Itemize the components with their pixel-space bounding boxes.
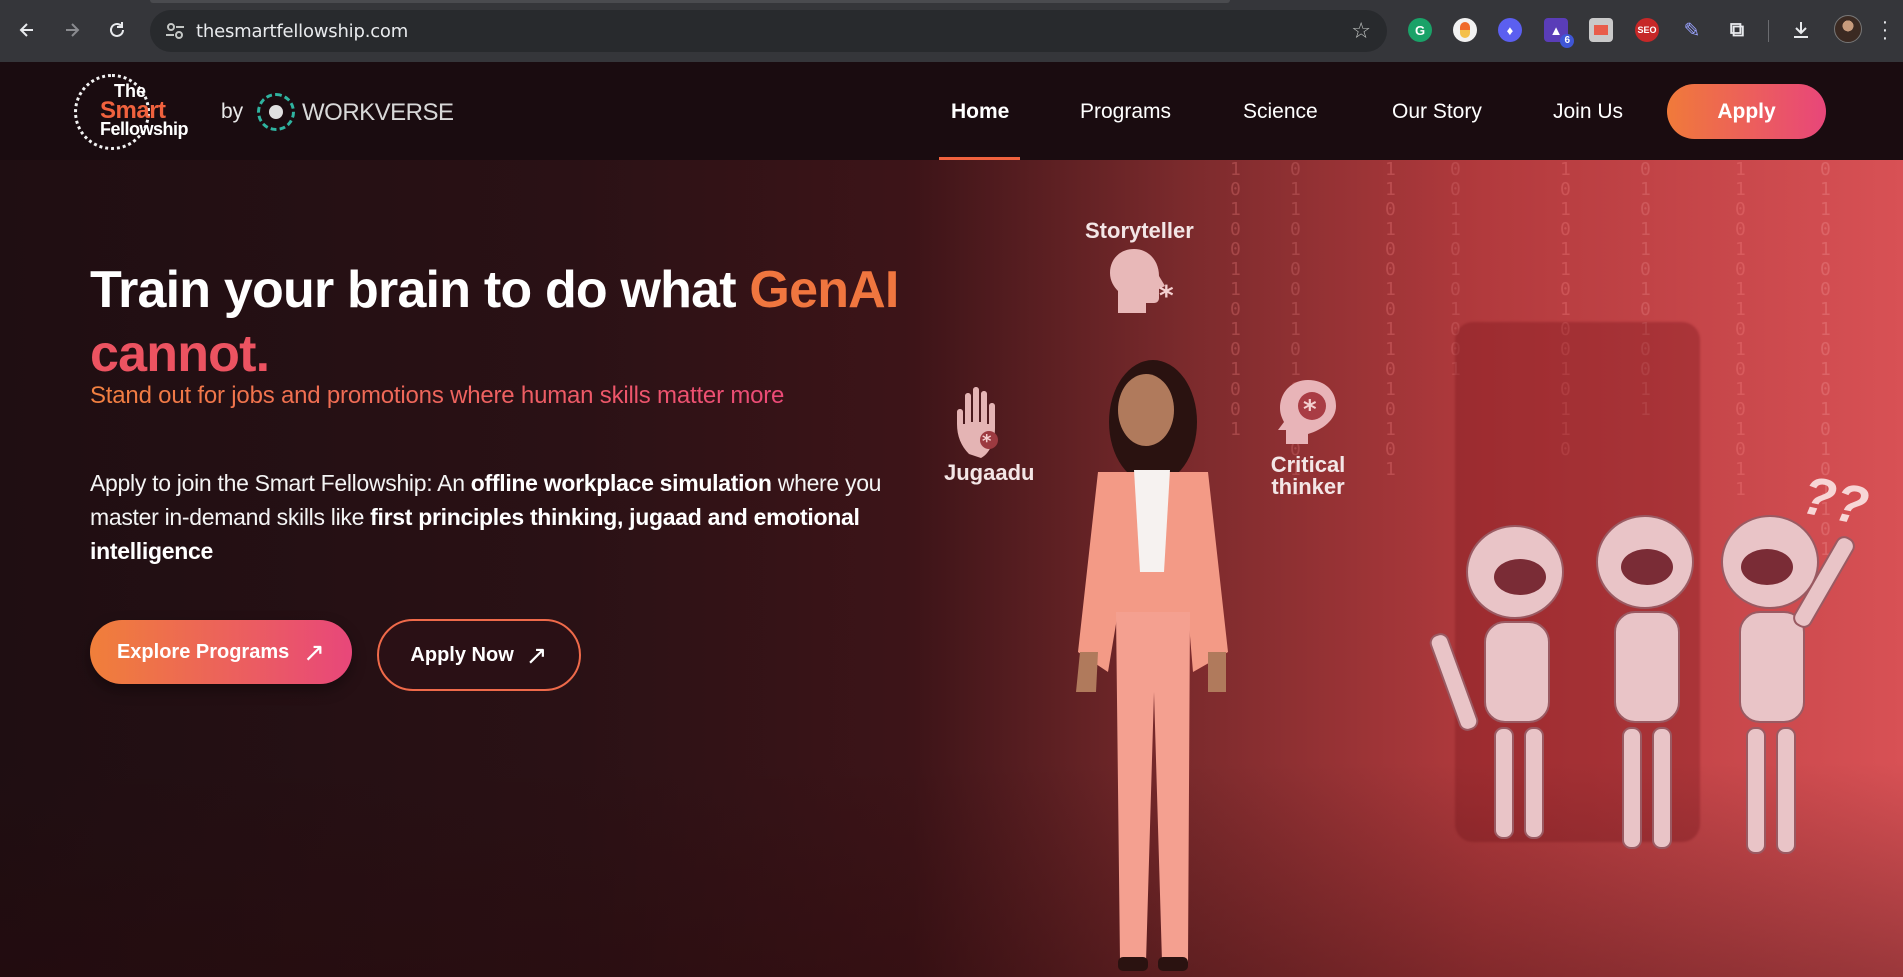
toolbar-divider: [1768, 20, 1769, 42]
desc-bold-1: offline workplace simulation: [470, 470, 772, 496]
active-nav-indicator: [939, 157, 1020, 160]
apply-button[interactable]: Apply: [1667, 84, 1826, 139]
smart-fellowship-logo[interactable]: The Smart Fellowship: [74, 74, 204, 150]
extensions-puzzle-icon[interactable]: ⧉: [1725, 18, 1749, 42]
binary-rain: 1 1 0 0 1 0 1 1 0 1 0 1 0 1 0 1 1: [1735, 159, 1746, 500]
question-marks: ??: [1796, 464, 1874, 538]
skill-critical-line1: Critical: [1270, 452, 1346, 477]
apply-now-label: Apply Now: [410, 643, 514, 666]
hand-icon: *: [957, 387, 999, 458]
arrow-up-right-icon: ↗: [303, 637, 326, 667]
flame-extension-icon[interactable]: ♦: [1498, 18, 1522, 42]
woman-illustration: [1076, 360, 1228, 971]
skill-storyteller-label: Storyteller: [1085, 218, 1194, 243]
download-icon[interactable]: [1789, 18, 1813, 42]
back-icon[interactable]: [12, 15, 42, 45]
head-gear-icon: *: [1278, 380, 1336, 444]
explore-programs-button[interactable]: Explore Programs ↗: [90, 620, 352, 684]
skill-jugaadu: * Jugaadu: [944, 382, 1034, 485]
svg-text:*: *: [1159, 279, 1174, 312]
headline-part-1: Train your brain to do what: [90, 261, 750, 319]
headline-cannot: cannot.: [90, 325, 270, 383]
binary-rain: 1 1 0 1 0 0 1 0 1 1 0 1 0 1 0 1: [1385, 159, 1396, 480]
logo-fellowship: Fellowship: [100, 119, 189, 139]
svg-text:*: *: [1303, 395, 1317, 425]
head-profile-icon: *: [1110, 249, 1174, 313]
skill-storyteller: Storyteller *: [1085, 220, 1194, 323]
hero-headline: Train your brain to do what GenAI cannot…: [90, 258, 910, 386]
hero-description: Apply to join the Smart Fellowship: An o…: [90, 466, 920, 568]
nav-science[interactable]: Science: [1243, 100, 1318, 124]
logo-wordmark: The Smart Fellowship: [100, 82, 189, 139]
window-extension-icon[interactable]: [1589, 18, 1613, 42]
svg-text:*: *: [982, 431, 992, 452]
website: 1 0 1 0 0 1 1 0 1 0 1 0 0 1 0 1 1 0 1 0 …: [0, 62, 1903, 977]
workverse-logo-icon: [257, 93, 295, 131]
graduation-cap-icon[interactable]: ▲ 6: [1544, 18, 1574, 48]
skill-critical-line2: thinker: [1271, 474, 1345, 499]
desc-text-1: Apply to join the Smart Fellowship: An: [90, 470, 471, 496]
robots-illustration: [1429, 515, 1855, 854]
url-text[interactable]: thesmartfellowship.com: [196, 21, 408, 42]
tab-strip-edge: [150, 0, 1230, 3]
address-bar[interactable]: thesmartfellowship.com ☆: [150, 10, 1387, 52]
nav-join-us[interactable]: Join Us: [1553, 100, 1623, 124]
hero-subhead: Stand out for jobs and promotions where …: [90, 382, 785, 409]
browser-chrome: thesmartfellowship.com ☆ G ♦ ▲ 6 SEO ✎ ⧉ …: [0, 0, 1903, 62]
reload-icon[interactable]: [102, 15, 132, 45]
nav-programs[interactable]: Programs: [1080, 100, 1171, 124]
arrow-up-right-icon: ↗: [525, 640, 548, 670]
skill-critical-thinker: * Critical thinker: [1268, 374, 1348, 498]
seo-extension-icon[interactable]: SEO: [1635, 18, 1659, 42]
nav-our-story[interactable]: Our Story: [1392, 100, 1482, 124]
forward-icon[interactable]: [57, 15, 87, 45]
site-settings-icon[interactable]: [164, 20, 186, 42]
explore-programs-label: Explore Programs: [116, 640, 290, 663]
bookmark-star-icon[interactable]: ☆: [1351, 18, 1371, 44]
workverse-logo-text: WORKVERSE: [302, 99, 454, 126]
eyedropper-icon[interactable]: ✎: [1680, 18, 1704, 42]
grammarly-icon[interactable]: G: [1408, 18, 1432, 42]
by-text: by: [221, 100, 244, 123]
headline-genai: GenAI: [749, 261, 899, 319]
site-header: The Smart Fellowship by WORKVERSE Home P…: [0, 62, 1903, 160]
skill-jugaadu-label: Jugaadu: [944, 460, 1035, 485]
logo-smart: Smart: [100, 97, 166, 124]
profile-avatar[interactable]: [1834, 15, 1862, 43]
pill-extension-icon[interactable]: [1453, 18, 1477, 42]
apply-now-button[interactable]: Apply Now ↗: [377, 619, 581, 691]
nav-home[interactable]: Home: [951, 100, 1009, 124]
menu-kebab-icon[interactable]: · · ·: [1880, 12, 1890, 48]
